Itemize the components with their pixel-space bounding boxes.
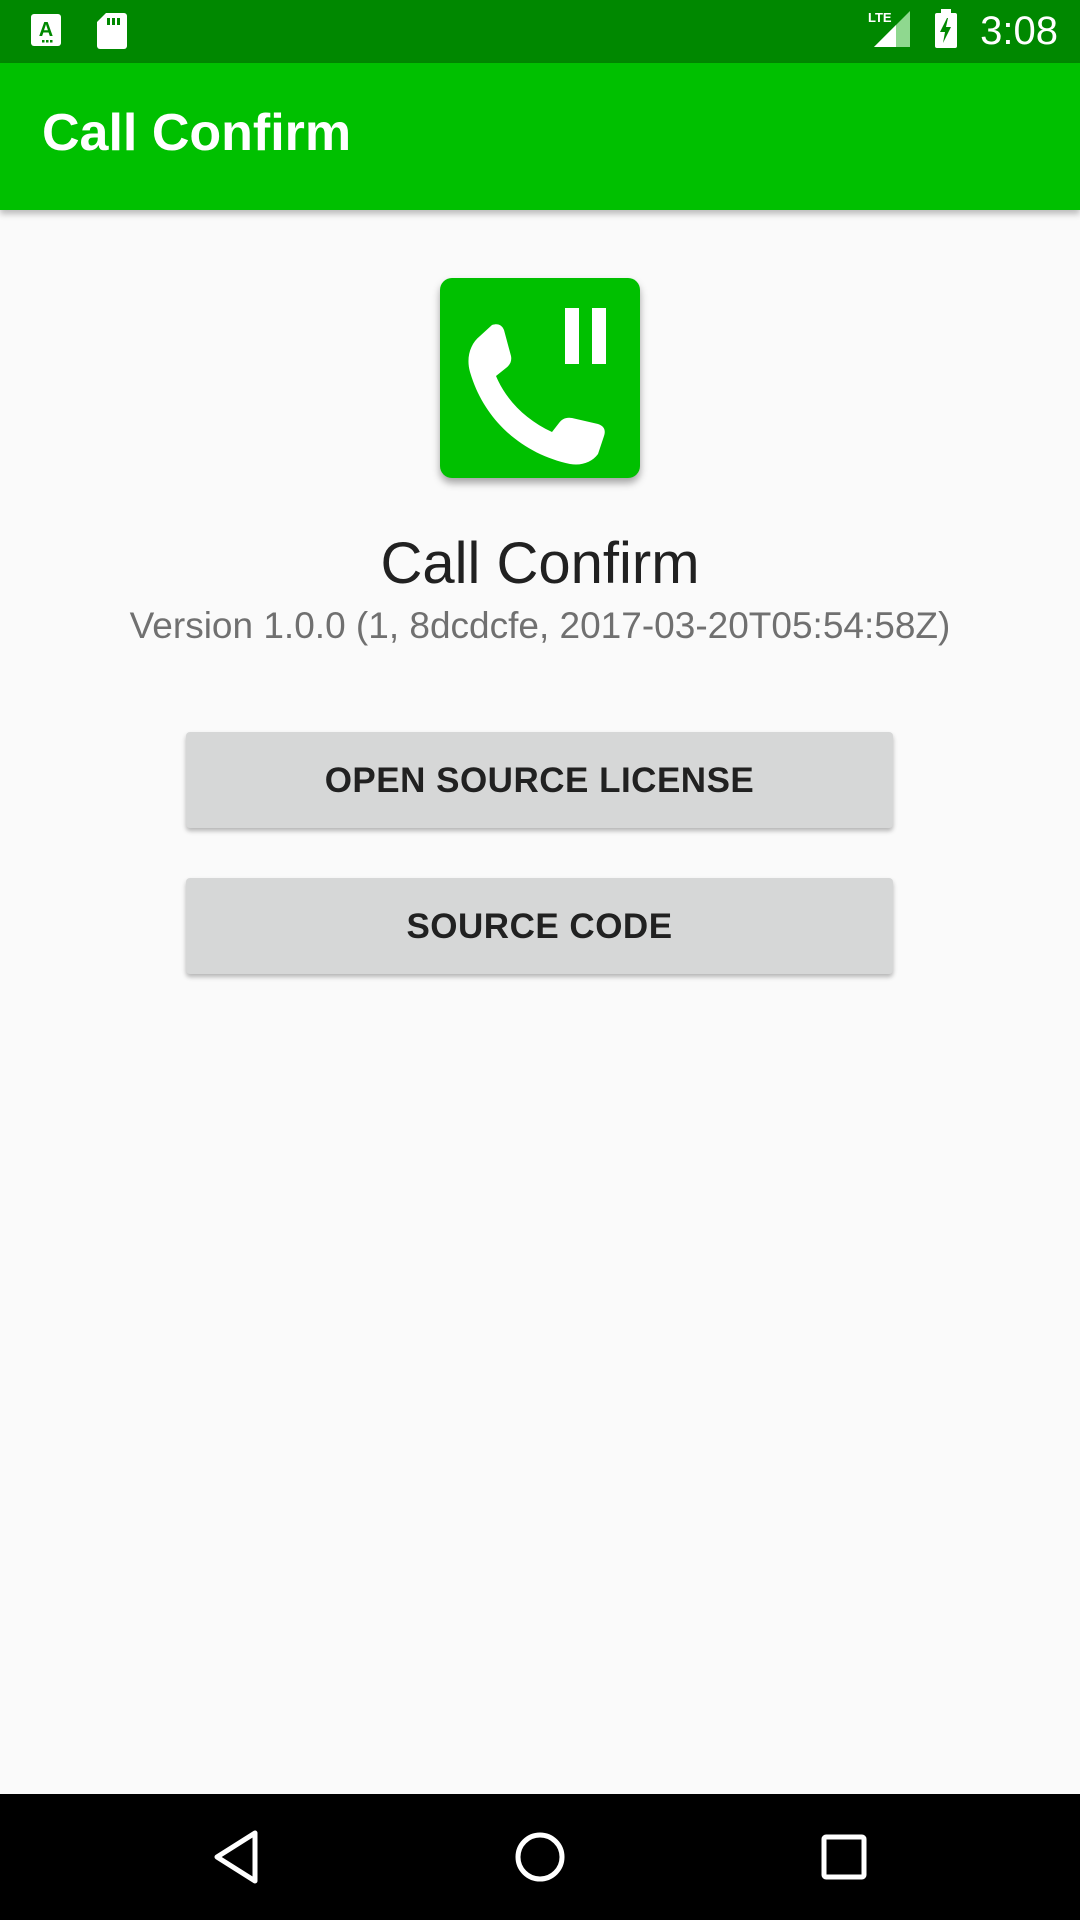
network-label: LTE [868, 10, 892, 25]
sd-card-icon [96, 12, 128, 55]
status-time: 3:08 [980, 9, 1058, 53]
back-icon [214, 1830, 258, 1884]
app-bar: Call Confirm [0, 63, 1080, 210]
lte-signal-icon: LTE [868, 9, 912, 54]
source-code-button[interactable]: SOURCE CODE [186, 878, 893, 974]
about-content: Call Confirm Version 1.0.0 (1, 8dcdcfe, … [0, 210, 1080, 1794]
recents-icon [821, 1834, 867, 1880]
phone-pause-app-icon [440, 278, 640, 478]
svg-text:A: A [39, 19, 53, 41]
open-source-license-button[interactable]: OPEN SOURCE LICENSE [186, 732, 893, 828]
app-bar-title: Call Confirm [42, 104, 352, 162]
home-icon [515, 1832, 565, 1882]
recents-button[interactable] [764, 1794, 924, 1920]
accessibility-a-icon: A [30, 13, 64, 54]
navigation-bar [0, 1794, 1080, 1920]
back-button[interactable] [156, 1794, 316, 1920]
battery-charging-icon [934, 9, 958, 54]
app-version: Version 1.0.0 (1, 8dcdcfe, 2017-03-20T05… [129, 605, 951, 646]
home-button[interactable] [460, 1794, 620, 1920]
app-name: Call Confirm [380, 531, 700, 596]
status-bar: A LTE 3:08 [0, 0, 1080, 63]
